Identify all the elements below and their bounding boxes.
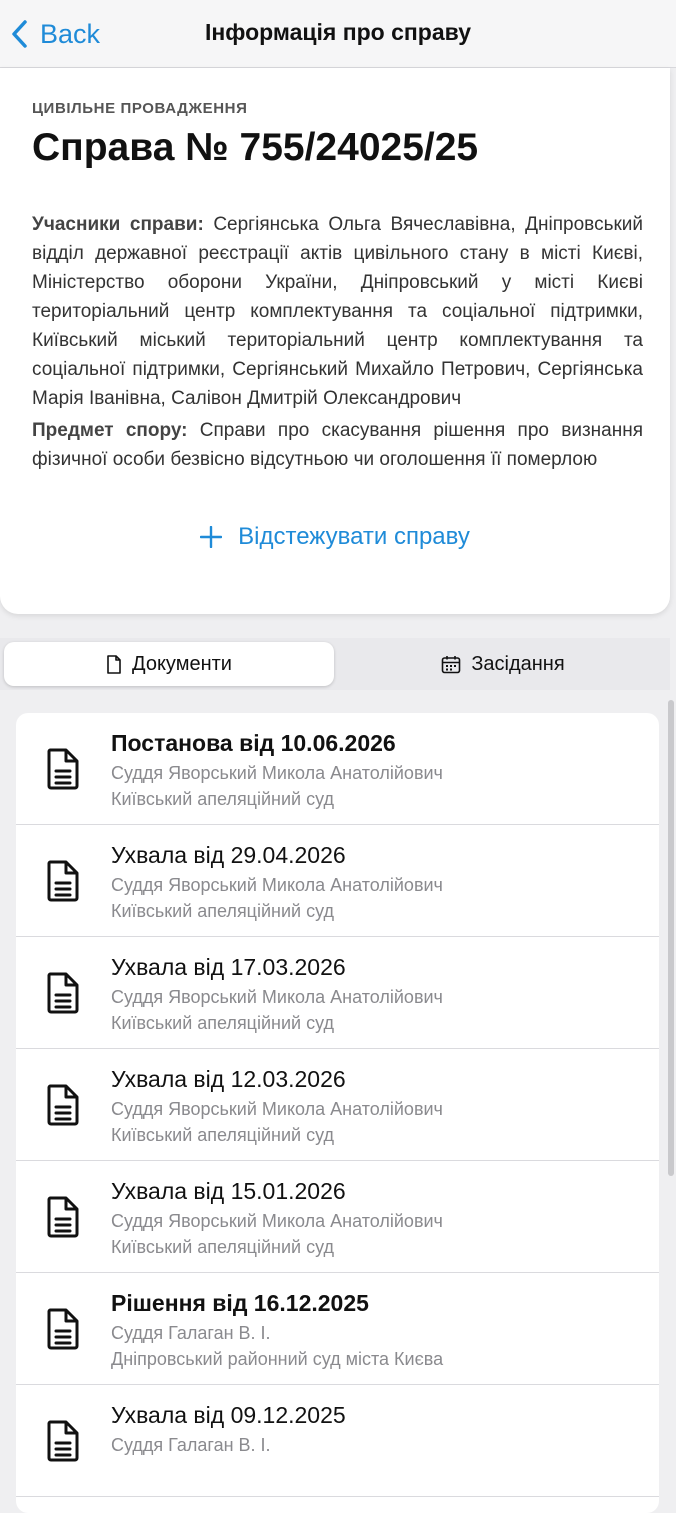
- document-lines-icon: [47, 972, 79, 1014]
- track-case-button[interactable]: Відстежувати справу: [0, 523, 670, 551]
- document-row[interactable]: Ухвала від 17.03.2026 Суддя Яворський Ми…: [16, 937, 659, 1049]
- document-court: Київський апеляційний суд: [111, 789, 335, 809]
- document-lines-icon: [47, 1308, 79, 1350]
- tab-segmented-control: Документи Засідання: [0, 638, 670, 690]
- participants-label: Учасники справи:: [32, 214, 204, 235]
- document-court: Дніпровський районний суд міста Києва: [111, 1349, 444, 1369]
- document-court: Київський апеляційний суд: [111, 1125, 335, 1145]
- document-title: Ухвала від 12.03.2026: [111, 1066, 346, 1092]
- document-judge: Суддя Галаган В. І.: [111, 1435, 271, 1455]
- document-title: Ухвала від 17.03.2026: [111, 954, 346, 980]
- document-judge: Суддя Галаган В. І.: [111, 1323, 271, 1343]
- document-court: Київський апеляційний суд: [111, 1237, 335, 1257]
- document-judge: Суддя Яворський Микола Анатолійович: [111, 987, 443, 1007]
- document-lines-icon: [47, 1420, 79, 1462]
- participants-text: Сергіянська Ольга Вячеславівна, Дніпровс…: [32, 214, 644, 409]
- track-case-label: Відстежувати справу: [238, 523, 470, 550]
- document-judge: Суддя Яворський Микола Анатолійович: [111, 1211, 443, 1231]
- document-lines-icon: [47, 1084, 79, 1126]
- document-lines-icon: [47, 860, 79, 902]
- document-title: Постанова від 10.06.2026: [111, 730, 396, 756]
- case-title: Справа № 755/24025/25: [32, 126, 479, 169]
- document-row[interactable]: Ухвала від 09.12.2025 Суддя Галаган В. І…: [16, 1385, 659, 1497]
- document-lines-icon: [47, 748, 79, 790]
- subject-paragraph: Предмет спору: Справи про скасування ріш…: [32, 416, 643, 474]
- document-row[interactable]: Ухвала від 15.01.2026 Суддя Яворський Ми…: [16, 1161, 659, 1273]
- document-row[interactable]: Рішення від 16.12.2025 Суддя Галаган В. …: [16, 1273, 659, 1385]
- document-title: Ухвала від 29.04.2026: [111, 842, 346, 868]
- page-title: Інформація про справу: [204, 19, 471, 45]
- navigation-bar: Back Інформація про справу: [0, 0, 676, 68]
- document-title: Ухвала від 15.01.2026: [111, 1178, 346, 1204]
- tab-documents[interactable]: Документи: [4, 642, 334, 686]
- case-kind: ЦИВІЛЬНЕ ПРОВАДЖЕННЯ: [32, 100, 248, 117]
- scrollbar[interactable]: [668, 700, 674, 1176]
- subject-label: Предмет спору:: [32, 420, 188, 441]
- document-judge: Суддя Яворський Микола Анатолійович: [111, 875, 443, 895]
- tab-sessions-label: Засідання: [471, 652, 565, 675]
- documents-list: Постанова від 10.06.2026 Суддя Яворський…: [16, 713, 659, 1513]
- case-info-card: ЦИВІЛЬНЕ ПРОВАДЖЕННЯ Справа № 755/24025/…: [0, 68, 670, 614]
- document-judge: Суддя Яворський Микола Анатолійович: [111, 1099, 443, 1119]
- document-row[interactable]: Постанова від 10.06.2026 Суддя Яворський…: [16, 713, 659, 825]
- participants-paragraph: Учасники справи: Сергіянська Ольга Вячес…: [32, 210, 643, 413]
- document-court: Київський апеляційний суд: [111, 901, 335, 921]
- document-row[interactable]: Ухвала від 29.04.2026 Суддя Яворський Ми…: [16, 825, 659, 937]
- document-judge: Суддя Яворський Микола Анатолійович: [111, 763, 443, 783]
- calendar-icon: [442, 655, 461, 673]
- plus-icon: [200, 526, 223, 548]
- document-row[interactable]: Ухвала від 12.03.2026 Суддя Яворський Ми…: [16, 1049, 659, 1161]
- document-lines-icon: [47, 1196, 79, 1238]
- file-icon: [107, 654, 121, 674]
- tab-documents-label: Документи: [132, 652, 232, 675]
- tab-sessions[interactable]: Засідання: [338, 642, 668, 686]
- document-title: Рішення від 16.12.2025: [111, 1290, 369, 1316]
- document-title: Ухвала від 09.12.2025: [111, 1402, 346, 1428]
- document-court: Київський апеляційний суд: [111, 1013, 335, 1033]
